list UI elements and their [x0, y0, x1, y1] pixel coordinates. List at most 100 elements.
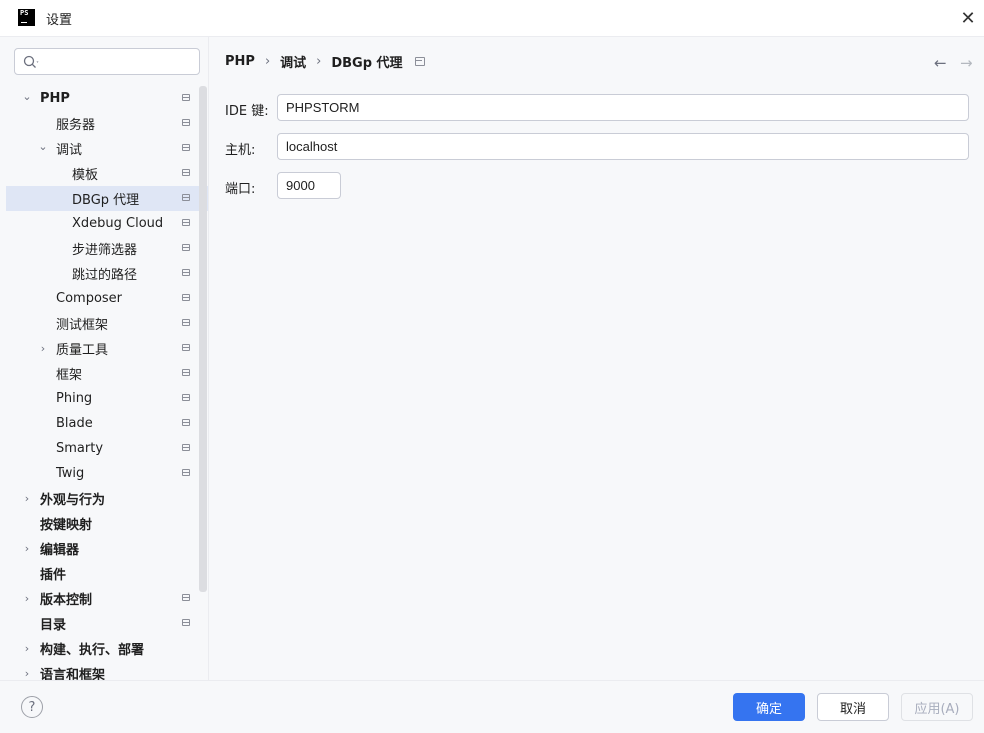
- tree-item[interactable]: 目录: [6, 611, 208, 636]
- project-settings-icon: [182, 294, 190, 301]
- chevron-right-icon[interactable]: ›: [21, 492, 33, 505]
- project-settings-icon: [182, 319, 190, 326]
- ok-button[interactable]: 确定: [733, 693, 805, 721]
- tree-item-label: 跳过的路径: [72, 268, 138, 283]
- breadcrumb-separator: ›: [316, 54, 322, 69]
- tree-item-label: Xdebug Cloud: [72, 216, 164, 231]
- tree-item-label: 目录: [40, 618, 67, 633]
- tree-item-label: Composer: [56, 291, 123, 306]
- breadcrumb-separator: ›: [264, 54, 271, 69]
- close-icon[interactable]: ✕: [958, 8, 978, 29]
- tree-item[interactable]: Blade: [6, 411, 208, 436]
- help-icon[interactable]: ?: [21, 696, 43, 718]
- project-settings-icon: [182, 394, 190, 401]
- phpstorm-app-icon: PS: [18, 9, 35, 26]
- settings-sidebar: ⌄ PHP 服务器 ⌄ 调试模板 DBGp 代理 Xdebug Cloud 步进筛选器跳过的路…: [0, 37, 209, 683]
- tree-item[interactable]: DBGp 代理: [6, 186, 208, 211]
- tree-item-label: 步进筛选器: [72, 243, 138, 258]
- breadcrumb-item-dbgp-proxy: DBGp 代理: [331, 56, 403, 71]
- project-settings-icon: [182, 469, 190, 476]
- tree-item[interactable]: 步进筛选器: [6, 236, 208, 261]
- tree-item[interactable]: 测试框架: [6, 311, 208, 336]
- tree-item-label: PHP: [40, 91, 70, 106]
- breadcrumb-item-php[interactable]: PHP: [225, 54, 255, 69]
- forward-arrow-icon[interactable]: →: [960, 54, 973, 72]
- tree-item-label: Phing: [56, 391, 93, 406]
- apply-button[interactable]: 应用(A): [901, 693, 973, 721]
- ide-key-input[interactable]: [277, 94, 969, 121]
- tree-item-label: 版本控制: [40, 593, 93, 608]
- tree-item-label: Blade: [56, 416, 93, 431]
- chevron-right-icon[interactable]: ›: [21, 542, 33, 555]
- tree-item-label: 框架: [56, 368, 83, 383]
- tree-item-label: Smarty: [56, 441, 104, 456]
- project-settings-icon: [182, 244, 190, 251]
- host-label: 主机:: [225, 143, 256, 158]
- project-settings-icon: [182, 219, 190, 226]
- tree-item[interactable]: Twig: [6, 461, 208, 486]
- project-settings-icon: [182, 594, 190, 601]
- project-settings-icon: [182, 194, 190, 201]
- settings-content: PHP › 调试 › DBGp 代理 ← → IDE 键: 主机: 端口:: [209, 37, 984, 680]
- tree-item[interactable]: › 构建、执行、部署: [6, 636, 208, 661]
- ide-key-label: IDE 键:: [225, 104, 269, 119]
- tree-item[interactable]: 服务器: [6, 111, 208, 136]
- tree-item-label: 模板: [72, 168, 99, 183]
- tree-item-label: 测试框架: [56, 318, 109, 333]
- port-input[interactable]: [277, 172, 341, 199]
- tree-item[interactable]: 框架: [6, 361, 208, 386]
- window-title: 设置: [46, 13, 73, 28]
- dialog-footer: ? 确定 取消 应用(A): [0, 680, 984, 733]
- port-label: 端口:: [225, 182, 256, 197]
- project-settings-icon: [182, 94, 190, 101]
- project-settings-icon: [182, 619, 190, 626]
- project-settings-icon: [182, 419, 190, 426]
- project-settings-icon: [182, 119, 190, 126]
- sidebar-scrollbar[interactable]: [199, 86, 207, 592]
- breadcrumb-item-debug[interactable]: 调试: [280, 52, 306, 71]
- project-settings-icon: [182, 369, 190, 376]
- tree-item-label: 编辑器: [40, 543, 80, 558]
- chevron-right-icon[interactable]: ›: [21, 667, 33, 680]
- tree-item-label: 插件: [40, 568, 67, 583]
- chevron-down-icon[interactable]: ⌄: [37, 140, 49, 153]
- tree-item[interactable]: › 外观与行为: [6, 486, 208, 511]
- back-arrow-icon[interactable]: ←: [934, 54, 947, 72]
- cancel-button[interactable]: 取消: [817, 693, 889, 721]
- tree-item-label: 质量工具: [56, 343, 109, 358]
- tree-item[interactable]: Smarty: [6, 436, 208, 461]
- chevron-right-icon[interactable]: ›: [37, 342, 49, 355]
- breadcrumb: PHP › 调试 › DBGp 代理: [225, 52, 425, 71]
- chevron-down-icon[interactable]: ⌄: [21, 90, 33, 103]
- tree-item-label: 按键映射: [40, 518, 93, 533]
- tree-item-label: 构建、执行、部署: [40, 643, 145, 658]
- search-input[interactable]: [14, 48, 200, 75]
- tree-item[interactable]: Xdebug Cloud: [6, 211, 208, 236]
- tree-item-label: 调试: [56, 143, 83, 158]
- tree-item[interactable]: 按键映射: [6, 511, 208, 536]
- project-settings-icon: [182, 269, 190, 276]
- tree-item[interactable]: 插件: [6, 561, 208, 586]
- tree-item[interactable]: Phing: [6, 386, 208, 411]
- chevron-right-icon[interactable]: ›: [21, 592, 33, 605]
- project-settings-icon: [182, 144, 190, 151]
- project-settings-icon: [182, 344, 190, 351]
- project-settings-icon: [182, 444, 190, 451]
- tree-item-label: Twig: [56, 466, 85, 481]
- tree-item[interactable]: › 编辑器: [6, 536, 208, 561]
- tree-item[interactable]: Composer: [6, 286, 208, 311]
- host-input[interactable]: [277, 133, 969, 160]
- tree-item[interactable]: 模板: [6, 161, 208, 186]
- project-settings-icon: [182, 169, 190, 176]
- pin-icon: [414, 57, 425, 66]
- tree-item-label: 服务器: [56, 118, 96, 133]
- chevron-right-icon[interactable]: ›: [21, 642, 33, 655]
- tree-item[interactable]: ⌄ 调试: [6, 136, 208, 161]
- tree-item-label: 外观与行为: [40, 493, 106, 508]
- tree-item[interactable]: 跳过的路径: [6, 261, 208, 286]
- tree-item[interactable]: › 质量工具: [6, 336, 208, 361]
- search-icon: [23, 55, 39, 68]
- tree-item[interactable]: › 版本控制: [6, 586, 208, 611]
- tree-item-label: DBGp 代理: [72, 193, 140, 208]
- tree-item[interactable]: ⌄ PHP: [6, 86, 208, 111]
